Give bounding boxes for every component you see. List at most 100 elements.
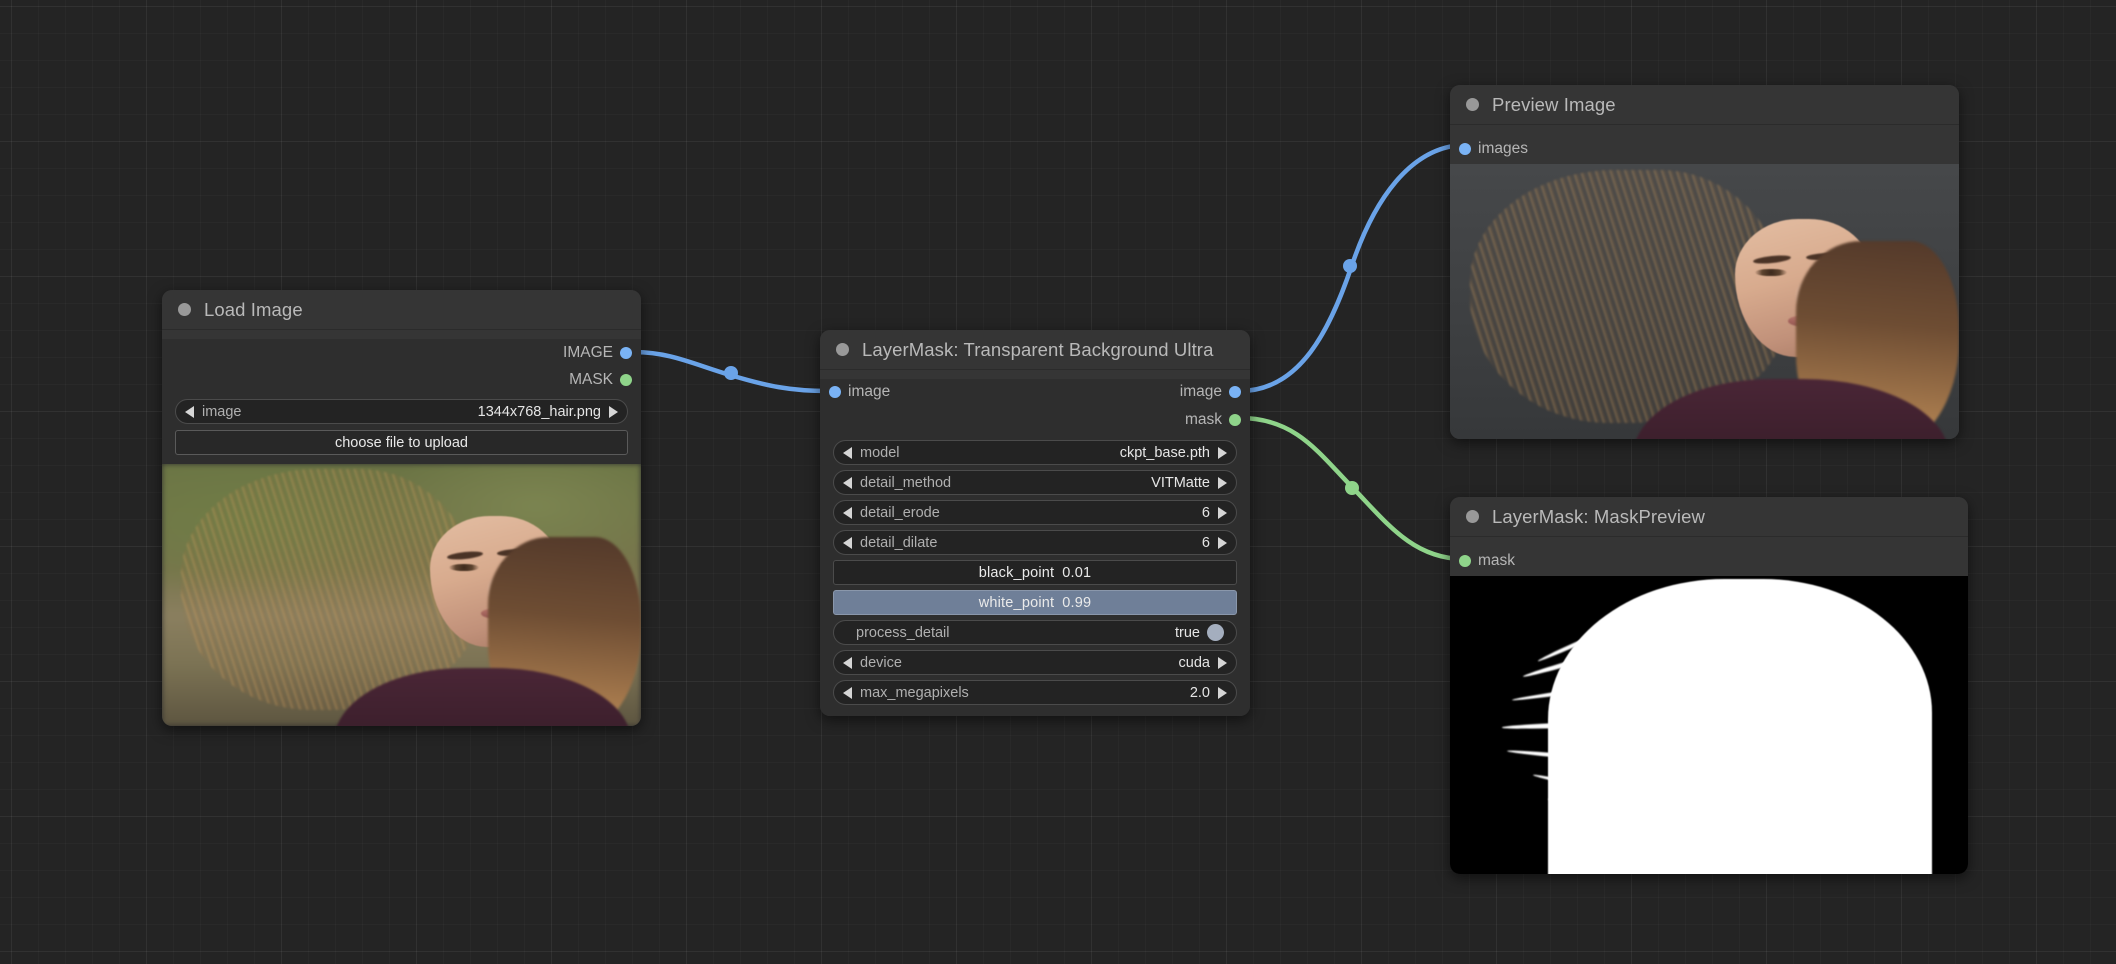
node-preview-image[interactable]: Preview Image images (1450, 85, 1959, 439)
output-slot-mask[interactable]: mask (820, 406, 1250, 433)
output-port-mask[interactable] (620, 373, 632, 386)
widget-value: cuda (1178, 654, 1210, 671)
widget-model-combo[interactable]: model ckpt_base.pth (833, 440, 1237, 465)
input-slot-label: image (848, 383, 891, 400)
input-port-mask[interactable] (1459, 555, 1471, 567)
widget-label: image (202, 403, 242, 420)
node-body: mask (1450, 546, 1968, 874)
chevron-left-icon[interactable] (843, 506, 852, 519)
io-row-image: image image (820, 379, 1250, 406)
portrait-photo-cutout (1450, 164, 1959, 439)
widget-detail-erode-combo[interactable]: detail_erode 6 (833, 500, 1237, 525)
widget-label: detail_method (860, 474, 952, 491)
node-graph-canvas[interactable]: Load Image IMAGE MASK image 1344x768_hai… (0, 0, 2116, 964)
chevron-left-icon[interactable] (843, 476, 852, 489)
widget-label: detail_dilate (860, 534, 938, 551)
chevron-left-icon[interactable] (843, 656, 852, 669)
node-body: image image mask model ckpt_base.pth det… (820, 379, 1250, 716)
link-midpoint-dot[interactable] (1345, 481, 1359, 495)
output-port-mask[interactable] (1229, 413, 1241, 426)
input-slot-images[interactable]: images (1450, 134, 1959, 164)
widget-max-megapixels-combo[interactable]: max_megapixels 2.0 (833, 680, 1237, 705)
widget-image-combo[interactable]: image 1344x768_hair.png (175, 399, 628, 424)
input-port-images[interactable] (1459, 143, 1471, 155)
chevron-right-icon[interactable] (1218, 446, 1227, 459)
node-body: images (1450, 134, 1959, 439)
input-port-image[interactable] (829, 386, 841, 398)
widget-list: model ckpt_base.pth detail_method VITMat… (820, 433, 1250, 716)
link-midpoint-dot[interactable] (1343, 259, 1357, 273)
node-title-text: LayerMask: MaskPreview (1492, 505, 1705, 527)
toggle-knob-icon[interactable] (1207, 624, 1224, 641)
chevron-left-icon[interactable] (843, 446, 852, 459)
portrait-photo-outdoor (162, 464, 641, 726)
chevron-right-icon[interactable] (1218, 476, 1227, 489)
collapse-dot-icon[interactable] (178, 303, 191, 316)
choose-file-to-upload-button[interactable]: choose file to upload (175, 430, 628, 455)
output-slot-mask[interactable]: MASK (162, 366, 641, 393)
link-tbu-to-maskpreview (1237, 415, 1465, 562)
output-slot-label: image (1179, 383, 1222, 400)
output-port-image[interactable] (1229, 386, 1241, 398)
widget-value: ckpt_base.pth (1119, 444, 1210, 461)
link-tbu-to-preview (1237, 142, 1465, 394)
node-body: IMAGE MASK image 1344x768_hair.png choos… (162, 339, 641, 726)
input-slot-label: images (1478, 140, 1528, 157)
input-slot-mask[interactable]: mask (1450, 546, 1968, 576)
node-mask-preview[interactable]: LayerMask: MaskPreview mask (1450, 497, 1968, 874)
link-midpoint-dot[interactable] (724, 366, 738, 380)
widget-detail-method-combo[interactable]: detail_method VITMatte (833, 470, 1237, 495)
widget-value: true (1175, 624, 1200, 641)
widget-value: 6 (1201, 534, 1210, 551)
node-transparent-background-ultra[interactable]: LayerMask: Transparent Background Ultra … (820, 330, 1250, 716)
chevron-left-icon[interactable] (843, 686, 852, 699)
chevron-right-icon[interactable] (1218, 506, 1227, 519)
link-loadimage-to-tbu (630, 349, 831, 394)
binary-mask-silhouette (1450, 576, 1968, 874)
node-title-bar[interactable]: LayerMask: Transparent Background Ultra (820, 330, 1250, 370)
output-slot-label: IMAGE (563, 343, 613, 361)
widget-detail-dilate-combo[interactable]: detail_dilate 6 (833, 530, 1237, 555)
widget-label: max_megapixels (860, 684, 969, 701)
output-slot-image[interactable]: IMAGE (162, 339, 641, 366)
widget-value: 6 (1201, 504, 1210, 521)
node-title-text: Load Image (204, 298, 303, 320)
widget-label: process_detail (856, 624, 950, 641)
widget-label: device (860, 654, 902, 671)
collapse-dot-icon[interactable] (836, 343, 849, 356)
load-image-preview[interactable] (162, 464, 641, 726)
node-title-text: LayerMask: Transparent Background Ultra (862, 338, 1214, 360)
node-title-text: Preview Image (1492, 93, 1616, 115)
widget-label: white_point (978, 594, 1055, 611)
widget-black-point-slider[interactable]: black_point 0.01 (833, 560, 1237, 585)
node-title-bar[interactable]: Load Image (162, 290, 641, 330)
chevron-right-icon[interactable] (1218, 536, 1227, 549)
node-title-bar[interactable]: LayerMask: MaskPreview (1450, 497, 1968, 537)
output-slot-label: MASK (569, 370, 613, 388)
chevron-left-icon[interactable] (843, 536, 852, 549)
chevron-right-icon[interactable] (609, 405, 618, 418)
chevron-right-icon[interactable] (1218, 686, 1227, 699)
upload-button-label: choose file to upload (334, 434, 468, 451)
widget-device-combo[interactable]: device cuda (833, 650, 1237, 675)
chevron-left-icon[interactable] (185, 405, 194, 418)
widget-label: black_point (978, 564, 1055, 581)
widget-value: 1344x768_hair.png (477, 403, 601, 420)
node-title-bar[interactable]: Preview Image (1450, 85, 1959, 125)
widget-value: 2.0 (1189, 684, 1210, 701)
output-slot-label: mask (1184, 410, 1222, 428)
widget-value: 0.01 (1062, 564, 1092, 581)
output-port-image[interactable] (620, 346, 632, 359)
widget-label: model (860, 444, 900, 461)
widget-list: image 1344x768_hair.png (162, 393, 641, 430)
widget-white-point-slider[interactable]: white_point 0.99 (833, 590, 1237, 615)
widget-value: VITMatte (1151, 474, 1210, 491)
preview-image-output[interactable] (1450, 164, 1959, 439)
chevron-right-icon[interactable] (1218, 656, 1227, 669)
node-load-image[interactable]: Load Image IMAGE MASK image 1344x768_hai… (162, 290, 641, 726)
input-slot-label: mask (1478, 552, 1516, 569)
mask-preview-output[interactable] (1450, 576, 1968, 874)
widget-process-detail-toggle[interactable]: process_detail true (833, 620, 1237, 645)
collapse-dot-icon[interactable] (1466, 510, 1479, 523)
collapse-dot-icon[interactable] (1466, 98, 1479, 111)
